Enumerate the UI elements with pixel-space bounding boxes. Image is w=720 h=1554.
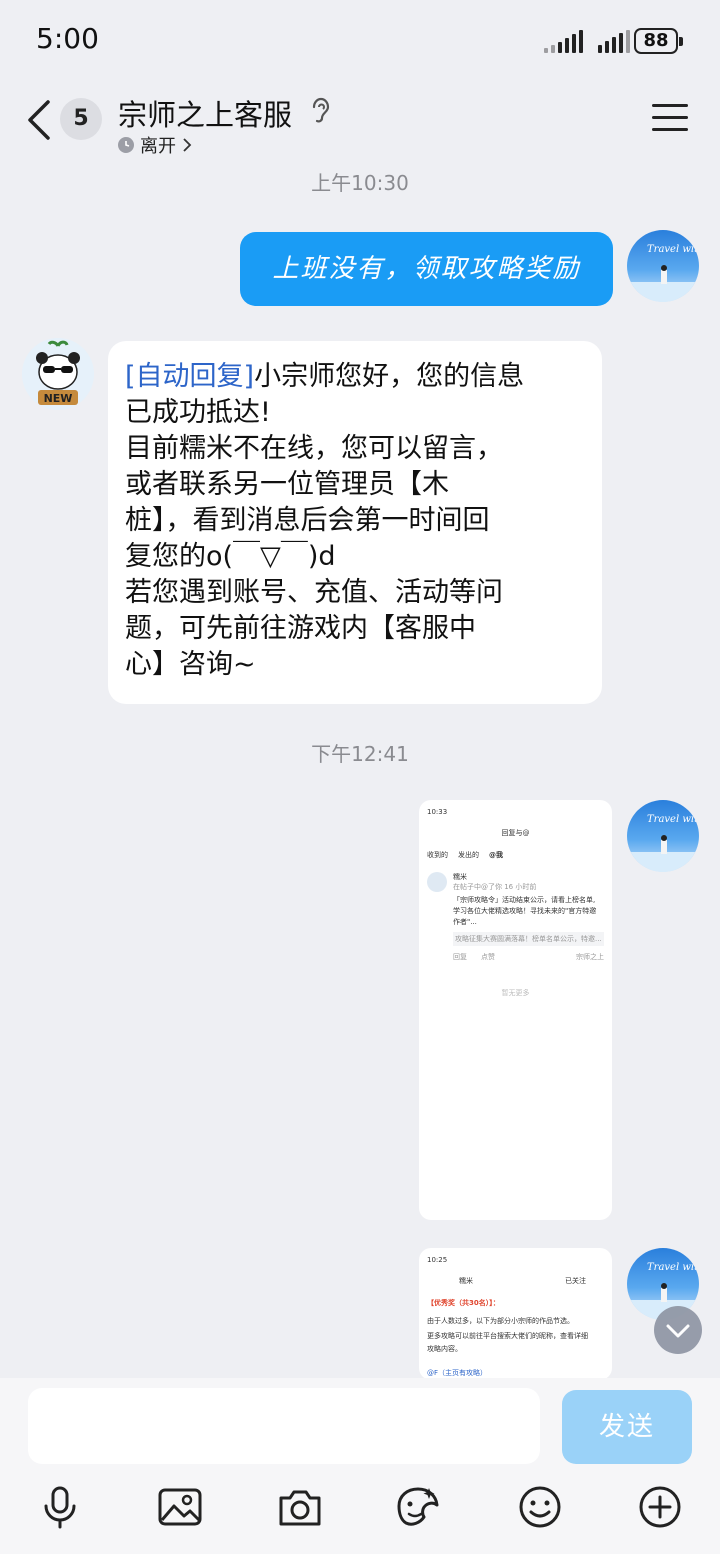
shot-body: 作者"... (453, 918, 477, 926)
send-button[interactable]: 发送 (562, 1390, 692, 1464)
shot-quote: 攻略征集大赛圆满落幕！榜单名单公示，特邀... (453, 932, 604, 946)
auto-reply-tag: [自动回复] (125, 361, 255, 392)
reply-line: 心】咨询~ (125, 649, 256, 680)
shot-line: 攻略内容。 (427, 1345, 462, 1353)
hamburger-menu-icon (652, 104, 688, 107)
shot-tabs: 收到的 发出的 @我 (427, 850, 604, 860)
shot-tab: 收到的 (427, 851, 448, 859)
reply-line: 题，可先前往游戏内【客服中 (125, 613, 476, 644)
unread-badge[interactable]: 5 (60, 98, 102, 140)
avatar-text: Travel with you (647, 244, 699, 255)
shot-link: @F（主页有攻略） (427, 1369, 488, 1377)
presence-label: 离开 (140, 136, 176, 157)
avatar-text: Travel with you (647, 814, 699, 825)
shot-tab: @我 (489, 851, 503, 859)
image-icon[interactable] (157, 1484, 203, 1530)
shot-time: 10:33 (427, 808, 448, 816)
panda-icon: NEW (22, 338, 94, 410)
shot-user: 糯米 (453, 873, 467, 881)
menu-button[interactable] (652, 104, 688, 134)
sticker-icon[interactable] (395, 1484, 441, 1530)
status-time: 5:00 (36, 22, 99, 55)
reply-line: 若您遇到账号、充值、活动等问 (125, 577, 503, 608)
reply-line: 小宗师您好，您的信息 (254, 361, 525, 392)
avatar-image: Travel with you (627, 244, 699, 302)
shot-empty: 暂无更多 (501, 989, 530, 997)
shot-body: 学习各位大佬精选攻略！寻找未来的"官方特邀 (453, 907, 597, 915)
chevron-down-icon (666, 1324, 690, 1338)
shot-line: 由于人数过多，以下为部分小宗师的作品节选。 (427, 1317, 574, 1325)
shot-actions: 回复 点赞 宗师之上 (453, 952, 604, 962)
emoji-icon[interactable] (517, 1484, 563, 1530)
my-avatar[interactable]: Travel with you (627, 800, 699, 872)
avatar-text: Travel with you (647, 1262, 699, 1273)
shot-avatar (427, 872, 447, 892)
reply-line: 目前糯米不在线，您可以留言， (125, 433, 503, 464)
shot-source: 宗师之上 (576, 953, 604, 961)
chevron-left-icon (28, 100, 50, 140)
panda-badge-text: NEW (44, 392, 73, 405)
signal-icon-2 (598, 30, 630, 53)
shot-line: 更多攻略可以前往平台搜索大佬们的昵称，查看详细 (427, 1332, 588, 1340)
image-message[interactable]: 10:33 回复与@ 收到的 发出的 @我 糯米 在帖子中@了你 16 小时前 … (419, 800, 612, 1220)
shot-tab: 发出的 (458, 851, 479, 859)
shot-like: 点赞 (481, 953, 495, 961)
presence-status[interactable]: 离开 (118, 132, 192, 158)
chat-header: 5 宗师之上客服 离开 (0, 84, 720, 164)
timestamp: 上午10:30 (311, 171, 409, 195)
timestamp: 下午12:41 (311, 742, 409, 766)
shot-heading: 【优秀奖（共30名）】： (427, 1299, 500, 1307)
status-bar: 5:00 88 (0, 0, 720, 84)
scroll-to-bottom-button[interactable] (654, 1306, 702, 1354)
chevron-right-icon (183, 138, 192, 152)
microphone-icon[interactable] (37, 1484, 83, 1530)
avatar-image: Travel with you (627, 814, 699, 872)
agent-avatar[interactable]: NEW (22, 338, 94, 410)
shot-body: 「宗师攻略令」活动结束公示，请看上榜名单, (453, 896, 596, 904)
reply-line: 复您的o(￣▽￣)d (125, 541, 336, 572)
my-avatar[interactable]: Travel with you (627, 230, 699, 302)
input-bar: 发送 (0, 1378, 720, 1554)
image-message[interactable]: 10:25 糯米 已关注 【优秀奖（共30名）】： 由于人数过多，以下为部分小宗… (419, 1248, 612, 1380)
page-title[interactable]: 宗师之上客服 (118, 92, 292, 134)
reply-line: 桩】，看到消息后会第一时间回 (125, 505, 490, 536)
reply-line: 或者联系另一位管理员【木 (125, 469, 449, 500)
battery-icon: 88 (634, 28, 683, 54)
auto-reply-message[interactable]: [自动回复]小宗师您好，您的信息 已成功抵达! 目前糯米不在线，您可以留言， 或… (108, 341, 602, 704)
outgoing-message[interactable]: 上班没有，领取攻略奖励 (240, 232, 613, 306)
ear-question-icon[interactable] (308, 96, 334, 124)
signal-icon (544, 30, 583, 53)
reply-line: 已成功抵达! (125, 397, 271, 428)
shot-title: 回复与@ (501, 829, 530, 837)
shot-time: 10:25 (427, 1256, 448, 1264)
shot-reply: 回复 (453, 953, 467, 961)
shot-meta: 在帖子中@了你 16 小时前 (453, 883, 537, 891)
back-button[interactable] (24, 98, 56, 142)
message-input[interactable] (28, 1388, 540, 1464)
menu-line (652, 116, 688, 119)
plus-icon[interactable] (637, 1484, 683, 1530)
shot-follow: 已关注 (565, 1277, 586, 1285)
clock-icon (118, 137, 134, 153)
menu-line (652, 128, 688, 131)
camera-icon[interactable] (277, 1484, 323, 1530)
